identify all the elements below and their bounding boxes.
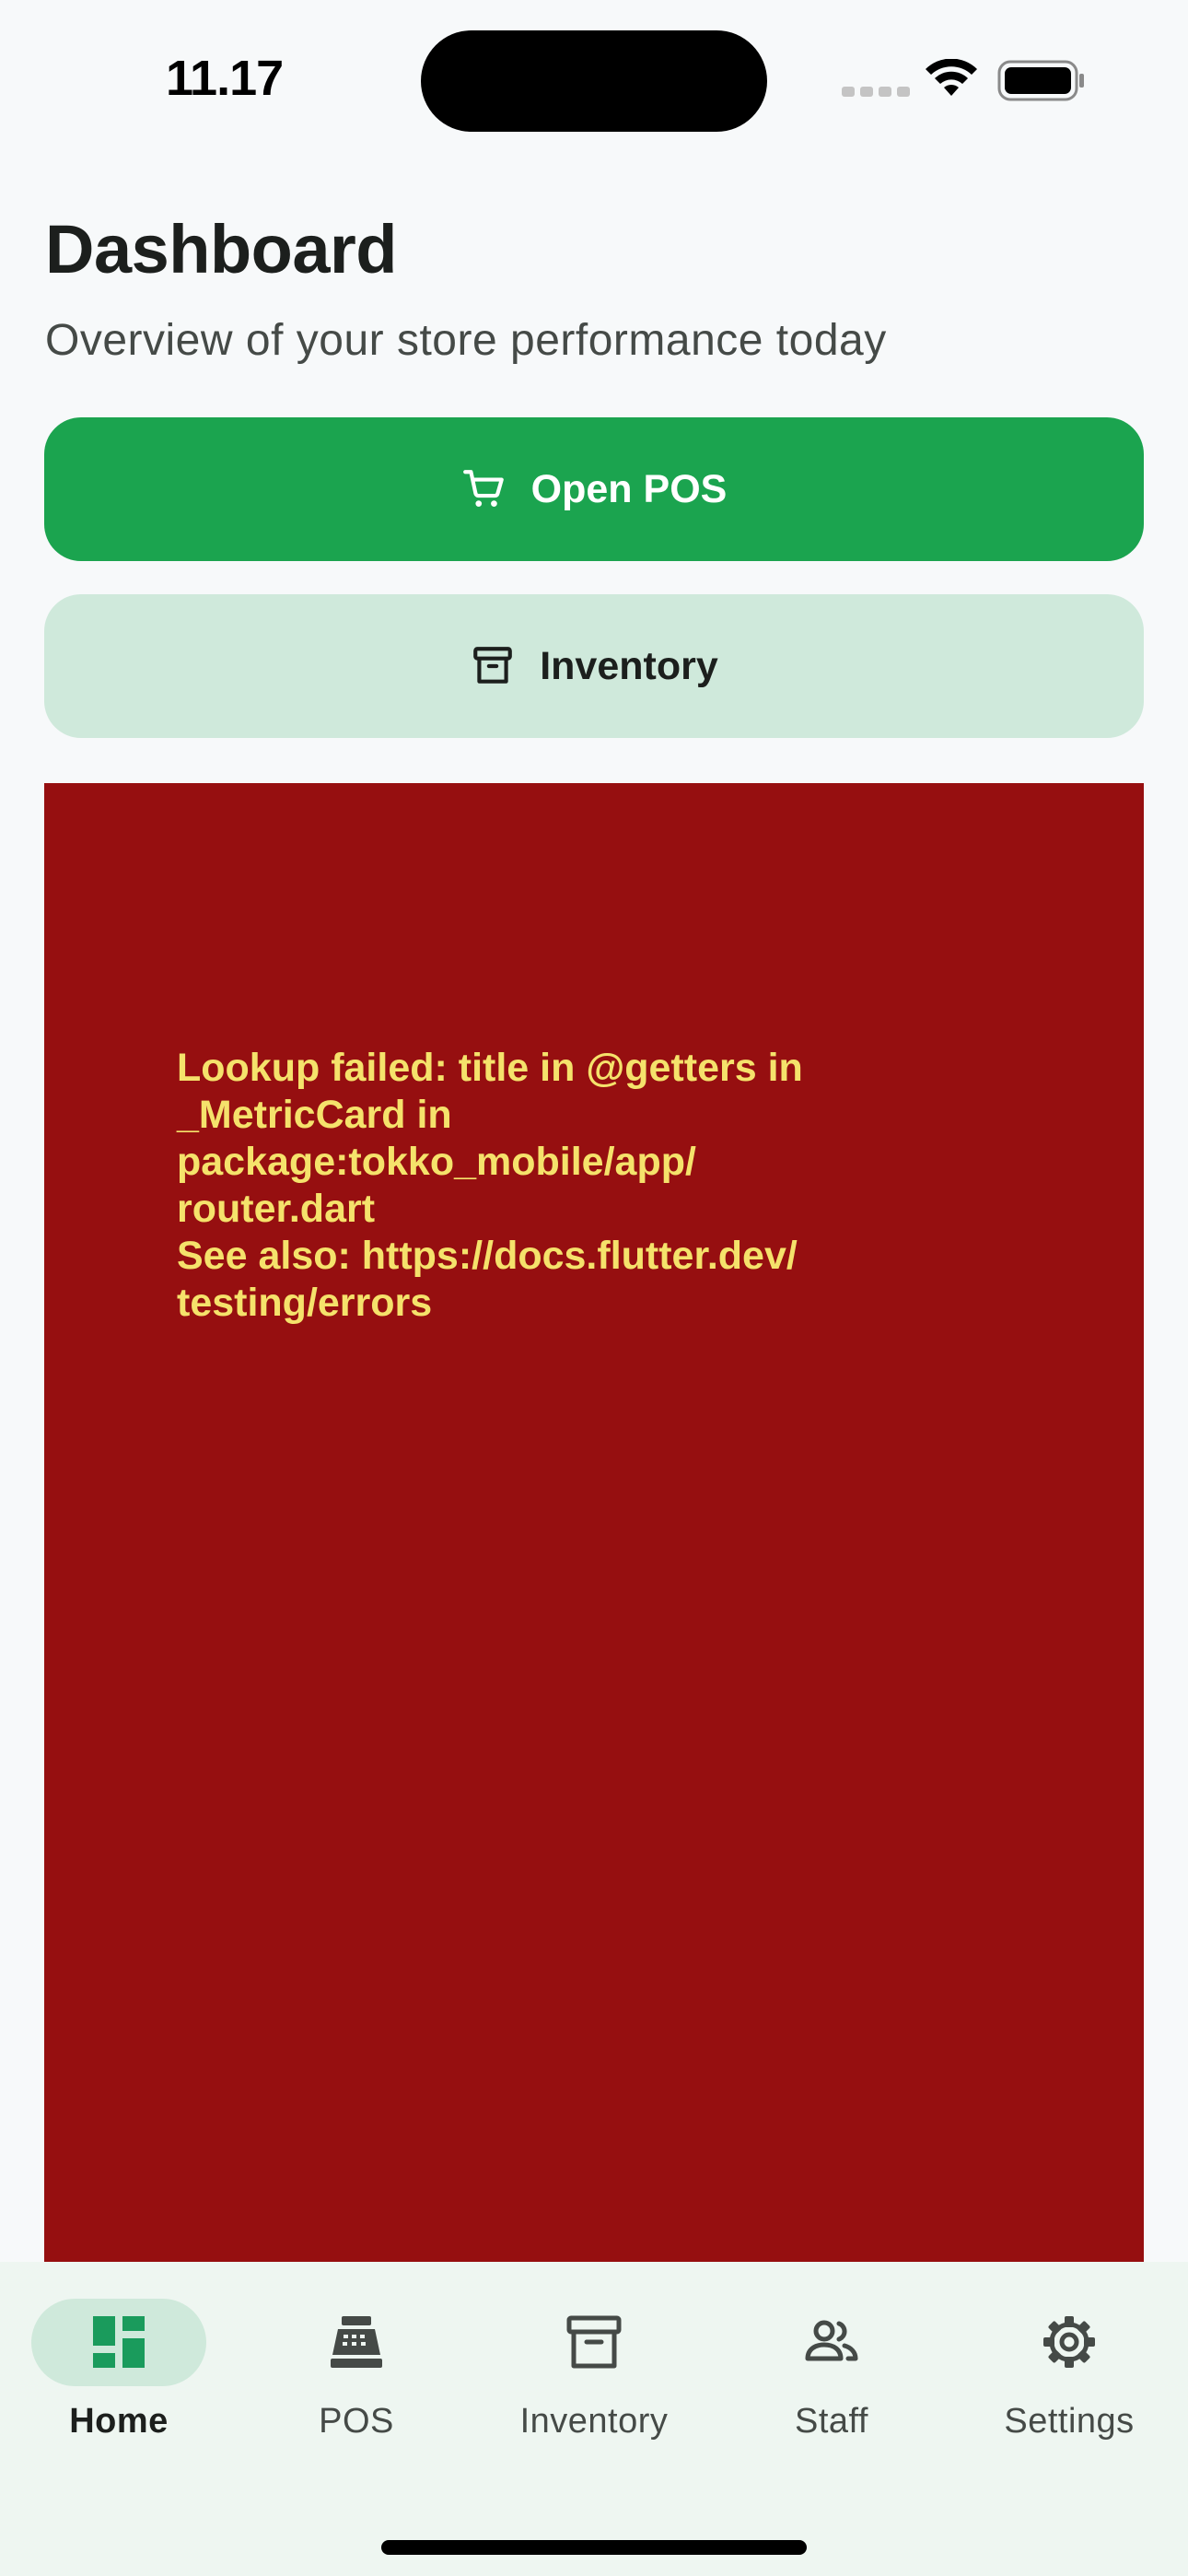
error-panel (44, 783, 1144, 2265)
home-indicator[interactable] (381, 2540, 807, 2555)
nav-item-inventory[interactable]: Inventory (475, 2262, 713, 2483)
nav-item-pos[interactable]: POS (238, 2262, 475, 2483)
cash-register-icon (331, 2316, 382, 2368)
error-message: Lookup failed: title in @getters in _Met… (177, 1046, 803, 1325)
dynamic-island (421, 30, 767, 132)
nav-label-home: Home (69, 2402, 169, 2441)
bottom-navigation-bar: Home POS Inventory Staff Settings (0, 2262, 1188, 2576)
archive-box-icon (566, 2315, 622, 2369)
open-pos-label: Open POS (530, 466, 728, 511)
nav-label-settings: Settings (1004, 2402, 1135, 2441)
archive-box-icon (473, 647, 513, 684)
open-pos-button[interactable]: Open POS (44, 417, 1144, 561)
page-subtitle: Overview of your store performance today (45, 316, 887, 365)
gear-icon (1043, 2316, 1095, 2368)
dashboard-icon (93, 2316, 145, 2368)
people-icon (805, 2320, 858, 2361)
cart-icon (462, 470, 504, 507)
status-time: 11.17 (166, 51, 284, 106)
nav-label-staff: Staff (795, 2402, 868, 2441)
status-bar: 11.17 (0, 0, 1188, 147)
nav-item-settings[interactable]: Settings (950, 2262, 1188, 2483)
nav-item-home[interactable]: Home (0, 2262, 238, 2483)
inventory-button[interactable]: Inventory (44, 594, 1144, 738)
nav-label-inventory: Inventory (519, 2402, 669, 2441)
page-title: Dashboard (45, 211, 398, 287)
nav-label-pos: POS (319, 2402, 394, 2441)
cellular-signal-icon (842, 87, 910, 97)
battery-icon (997, 60, 1084, 101)
wifi-icon (926, 59, 977, 96)
inventory-label: Inventory (540, 643, 718, 688)
nav-item-staff[interactable]: Staff (713, 2262, 950, 2483)
